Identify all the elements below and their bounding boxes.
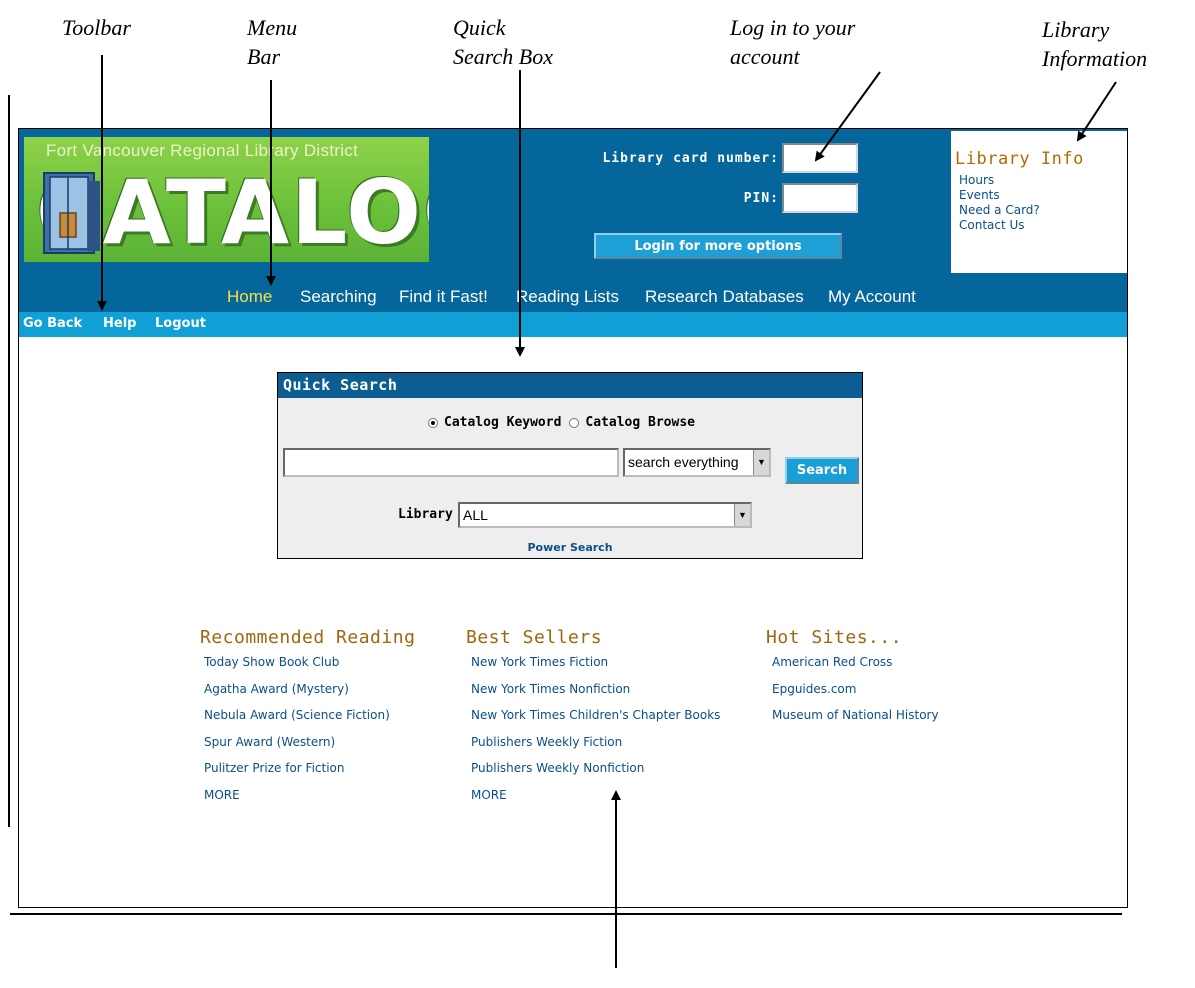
logo-subtitle: Fort Vancouver Regional Library District xyxy=(46,141,359,160)
menu-item-my-account[interactable]: My Account xyxy=(828,287,916,307)
library-info-link-events[interactable]: Events xyxy=(959,188,1040,203)
menu-item-searching[interactable]: Searching xyxy=(300,287,377,307)
library-info-link-need-card[interactable]: Need a Card? xyxy=(959,203,1040,218)
search-scope-value: search everything xyxy=(628,454,739,470)
toolbar-logout[interactable]: Logout xyxy=(155,316,206,331)
menu-item-home[interactable]: Home xyxy=(227,287,272,307)
callout-menu-bar-line2: Bar xyxy=(247,44,280,69)
menu-item-research-databases[interactable]: Research Databases xyxy=(645,287,804,307)
link-epguides[interactable]: Epguides.com xyxy=(772,676,939,703)
search-scope-select[interactable]: search everything ▼ xyxy=(623,448,771,477)
bottom-rule xyxy=(10,913,1122,915)
card-number-label: Library card number: xyxy=(602,151,779,166)
frame-left-line xyxy=(8,95,10,827)
link-spur-award[interactable]: Spur Award (Western) xyxy=(204,729,390,756)
recommended-reading-title: Recommended Reading xyxy=(200,627,416,648)
hot-sites-title: Hot Sites... xyxy=(766,627,903,648)
menu-bar: Home Searching Find it Fast! Reading Lis… xyxy=(19,281,1127,312)
search-button[interactable]: Search xyxy=(785,457,859,484)
library-info-box: Library Info Hours Events Need a Card? C… xyxy=(951,131,1127,273)
radio-catalog-keyword[interactable] xyxy=(428,417,438,428)
radio-catalog-keyword-label: Catalog Keyword xyxy=(444,415,562,430)
catalog-logo[interactable]: Fort Vancouver Regional Library District… xyxy=(24,137,429,262)
menu-item-find-it-fast[interactable]: Find it Fast! xyxy=(399,287,488,307)
library-info-link-hours[interactable]: Hours xyxy=(959,173,1040,188)
library-select[interactable]: ALL ▼ xyxy=(458,502,752,528)
book-icon xyxy=(43,172,100,254)
header-banner: Fort Vancouver Regional Library District… xyxy=(19,129,1127,312)
quick-search-title: Quick Search xyxy=(278,373,862,398)
radio-catalog-browse-label: Catalog Browse xyxy=(585,415,695,430)
callout-menu-bar-line1: Menu xyxy=(247,15,298,40)
catalog-page: Fort Vancouver Regional Library District… xyxy=(18,128,1128,908)
search-mode-radios: Catalog Keyword Catalog Browse xyxy=(428,415,695,430)
callout-toolbar: Toolbar xyxy=(62,15,131,40)
library-label: Library xyxy=(398,507,453,522)
link-museum-national-history[interactable]: Museum of National History xyxy=(772,702,939,729)
pin-input[interactable] xyxy=(782,183,858,213)
callout-quick-search-line1: Quick xyxy=(453,15,506,40)
quick-search-input[interactable] xyxy=(283,448,619,477)
toolbar: Go Back Help Logout xyxy=(19,312,1127,337)
link-today-show-book-club[interactable]: Today Show Book Club xyxy=(204,649,390,676)
card-number-input[interactable] xyxy=(782,143,858,173)
pin-label: PIN: xyxy=(743,191,779,206)
link-nyt-nonfiction[interactable]: New York Times Nonfiction xyxy=(471,676,720,703)
toolbar-go-back[interactable]: Go Back xyxy=(23,316,82,331)
link-nyt-fiction[interactable]: New York Times Fiction xyxy=(471,649,720,676)
login-button[interactable]: Login for more options xyxy=(594,233,842,259)
menu-item-reading-lists[interactable]: Reading Lists xyxy=(516,287,619,307)
toolbar-help[interactable]: Help xyxy=(103,316,136,331)
radio-catalog-browse[interactable] xyxy=(569,417,580,428)
library-info-link-contact[interactable]: Contact Us xyxy=(959,218,1040,233)
callout-login-line2: account xyxy=(730,44,800,69)
callout-login-line1: Log in to your xyxy=(730,15,856,40)
callout-library-info-line2: Information xyxy=(1042,46,1148,71)
callout-quick-search-line2: Search Box xyxy=(453,44,553,69)
best-sellers-title: Best Sellers xyxy=(466,627,603,648)
quick-search-box: Quick Search Catalog Keyword Catalog Bro… xyxy=(277,372,863,559)
chevron-down-icon: ▼ xyxy=(753,450,769,475)
library-info-title: Library Info xyxy=(955,149,1084,169)
chevron-down-icon: ▼ xyxy=(734,504,750,526)
library-select-value: ALL xyxy=(463,507,488,523)
power-search-link[interactable]: Power Search xyxy=(278,541,862,554)
link-pw-fiction[interactable]: Publishers Weekly Fiction xyxy=(471,729,720,756)
link-agatha-award[interactable]: Agatha Award (Mystery) xyxy=(204,676,390,703)
link-pulitzer-prize[interactable]: Pulitzer Prize for Fiction xyxy=(204,755,390,782)
link-nebula-award[interactable]: Nebula Award (Science Fiction) xyxy=(204,702,390,729)
callout-library-info-line1: Library xyxy=(1042,17,1110,42)
link-american-red-cross[interactable]: American Red Cross xyxy=(772,649,939,676)
link-best-sellers-more[interactable]: MORE xyxy=(471,782,720,809)
link-recommended-more[interactable]: MORE xyxy=(204,782,390,809)
link-pw-nonfiction[interactable]: Publishers Weekly Nonfiction xyxy=(471,755,720,782)
link-nyt-childrens-chapter-books[interactable]: New York Times Children's Chapter Books xyxy=(471,702,720,729)
